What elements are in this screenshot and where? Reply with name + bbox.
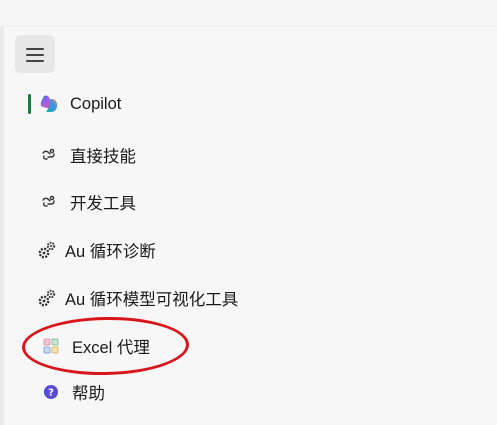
nav-item-au-loop-model-visualizer[interactable]: Au 循环模型可视化工具 (36, 281, 238, 315)
nav-item-direct-skills[interactable]: 直接技能 (38, 138, 136, 172)
nav-item-label: 开发工具 (70, 195, 136, 213)
top-bar (0, 0, 497, 27)
gears-icon (36, 239, 58, 261)
nav-item-label: Au 循环模型可视化工具 (65, 291, 239, 309)
svg-text:?: ? (48, 388, 54, 399)
nav-item-label: 帮助 (72, 385, 105, 403)
hamburger-menu-button[interactable] (15, 35, 55, 73)
nav-item-label: Au 循环诊断 (65, 243, 156, 261)
skill-link-icon (38, 144, 60, 166)
hamburger-icon (26, 48, 44, 50)
nav-item-label: Copilot (70, 94, 122, 113)
skill-link-icon (38, 191, 60, 213)
copilot-icon (38, 93, 60, 115)
nav-item-label: 直接技能 (70, 148, 136, 166)
gears-icon (36, 287, 58, 309)
nav-item-help[interactable]: ? 帮助 (40, 375, 105, 409)
nav-item-dev-tools[interactable]: 开发工具 (38, 185, 136, 219)
help-icon: ? (40, 381, 62, 403)
nav-item-au-loop-diagnostics[interactable]: Au 循环诊断 (36, 233, 156, 267)
nav-item-copilot[interactable]: Copilot (38, 87, 121, 121)
active-indicator (28, 94, 31, 114)
